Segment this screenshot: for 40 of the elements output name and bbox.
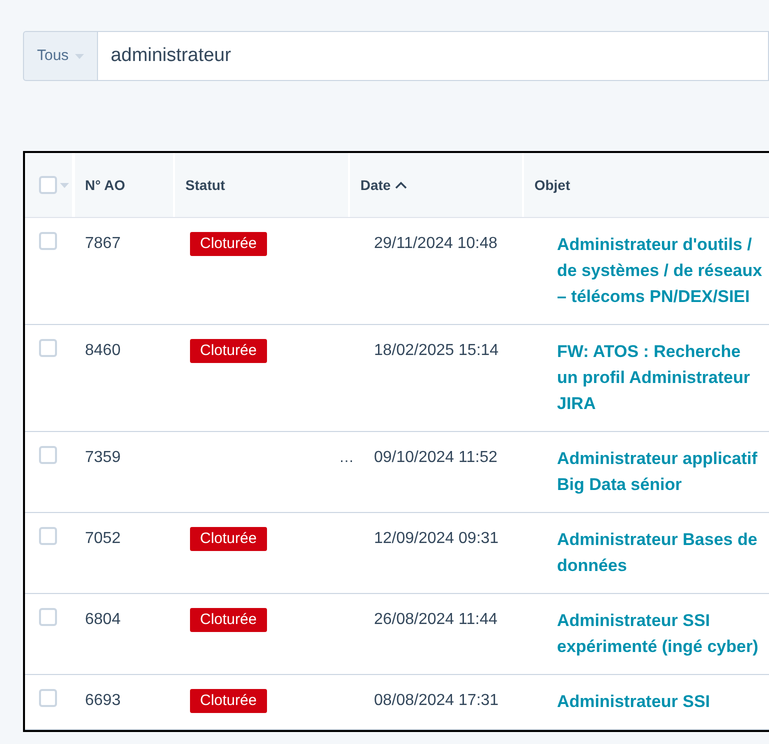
object-link[interactable]: Administrateur d'outils / de systèmes / de réseaux – télécoms PN/DEX/SIEI — [557, 232, 765, 310]
table-cell: 12/09/2024 09:31 — [374, 530, 499, 547]
object-link[interactable]: Administrateur Bases de données — [557, 527, 765, 579]
status-badge: Cloturée — [190, 339, 267, 363]
checkbox[interactable] — [39, 527, 57, 545]
table-cell: 7052 — [85, 530, 121, 547]
status-badge: Cloturée — [190, 608, 267, 632]
status-badge: Cloturée — [190, 689, 267, 713]
sort-up-icon — [394, 181, 407, 189]
checkbox[interactable] — [39, 339, 57, 357]
table-cell: 26/08/2024 11:44 — [374, 611, 498, 628]
status-text: … — [339, 448, 354, 468]
checkbox[interactable] — [39, 176, 57, 194]
column-header[interactable]: Statut — [185, 174, 226, 196]
table-cell: 08/08/2024 17:31 — [374, 692, 499, 709]
status-badge: Cloturée — [190, 527, 267, 551]
table-cell: 6804 — [85, 611, 121, 628]
table-cell: 09/10/2024 11:52 — [374, 449, 498, 466]
checkbox[interactable] — [39, 689, 57, 707]
table-cell: 6693 — [85, 692, 121, 709]
column-header[interactable]: Date — [360, 174, 407, 196]
table-cell: 7867 — [85, 235, 121, 252]
table-cell: 8460 — [85, 342, 121, 359]
caret-icon[interactable] — [60, 182, 69, 188]
object-link[interactable]: Administrateur applicatif Big Data sénior — [557, 446, 765, 498]
checkbox[interactable] — [39, 446, 57, 464]
column-header[interactable]: N° AO — [85, 174, 126, 196]
object-link[interactable]: Administrateur SSI expérimenté (ingé cyber) — [557, 608, 765, 660]
table-cell: 29/11/2024 10:48 — [374, 235, 498, 252]
object-link[interactable]: Administrateur SSI — [557, 689, 765, 715]
table-cell: 18/02/2025 15:14 — [374, 342, 499, 359]
scope-dropdown[interactable]: Tous — [23, 31, 98, 81]
checkbox[interactable] — [39, 232, 57, 250]
caret-icon — [74, 54, 84, 58]
status-badge: Cloturée — [190, 232, 267, 256]
search-field[interactable]: administrateur — [98, 31, 769, 81]
checkbox[interactable] — [39, 608, 57, 626]
object-link[interactable]: FW: ATOS : Recherche un profil Administrateur JIRA — [557, 339, 765, 417]
table-cell: 7359 — [85, 449, 121, 466]
column-header[interactable]: Objet — [534, 174, 570, 196]
